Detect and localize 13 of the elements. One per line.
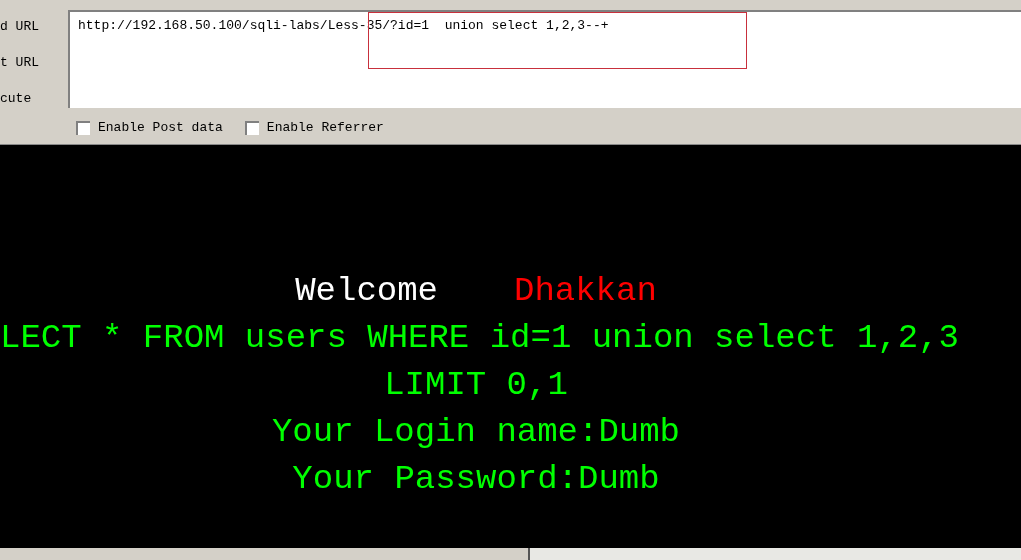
output-line: LECT * FROM users WHERE id=1 union select 1,2,3 — [0, 318, 959, 359]
toolbar-action[interactable]: t URL — [0, 52, 68, 73]
welcome-text: Welcome — [295, 271, 438, 312]
output-line: Your Password:Dumb — [292, 459, 660, 500]
user-name: Dhakkan — [514, 271, 657, 312]
option-label: Enable Referrer — [266, 120, 384, 135]
output-line: LIMIT 0,1 — [384, 365, 568, 406]
option-checkbox[interactable]: Enable Referrer — [244, 120, 384, 135]
output-line: Your Login name:Dumb — [271, 412, 681, 453]
toolbar-action[interactable]: d URL — [0, 16, 68, 37]
toolbar-action[interactable]: cute — [0, 88, 68, 108]
checkbox[interactable] — [76, 120, 90, 135]
checkbox[interactable] — [244, 120, 259, 135]
